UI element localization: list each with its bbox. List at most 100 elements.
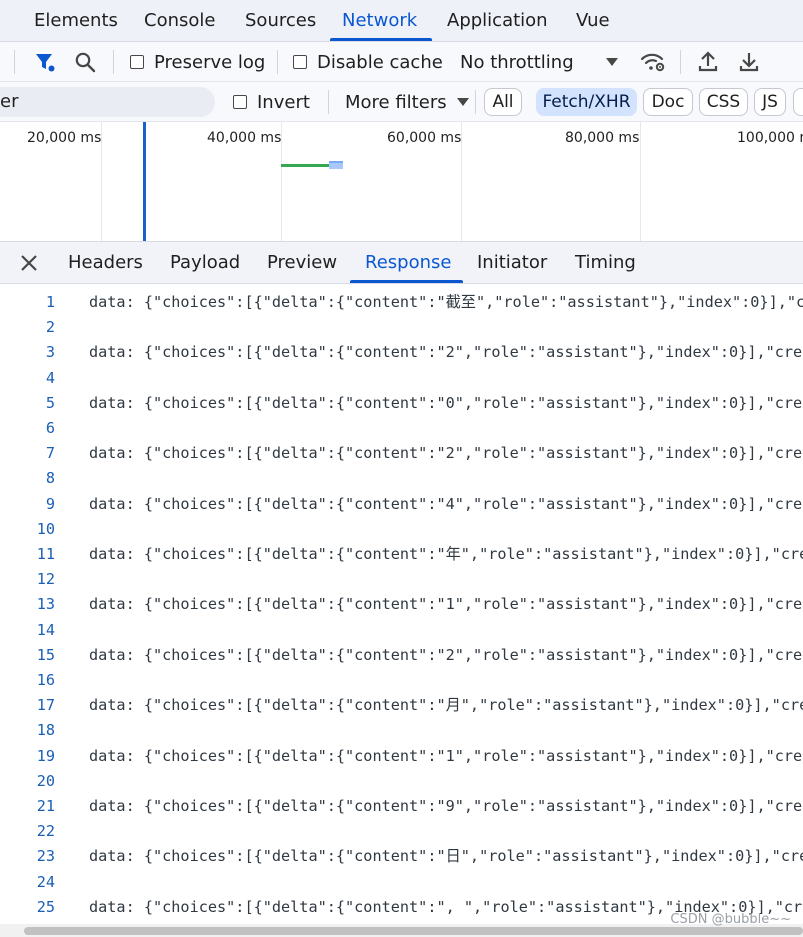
filter-bar: er Invert More filters All Fetch/XHR Doc… [0, 82, 803, 122]
search-icon[interactable] [74, 42, 96, 82]
response-viewer[interactable]: 1 data: {"choices":[{"delta":{"content":"… [0, 284, 803, 924]
line-number: 17 [36, 696, 55, 715]
timeline-tick-label: 20,000 ms [27, 130, 102, 146]
code-line: 20 [0, 769, 803, 794]
tab-preview[interactable]: Preview [267, 242, 337, 284]
request-download-bar [329, 161, 343, 169]
line-number: 5 [45, 393, 55, 412]
more-filters-label: More filters [345, 91, 447, 113]
timeline-tick-label: 100,000 m [737, 130, 803, 146]
line-content: data: {"choices":[{"delta":{"content":"年… [89, 545, 803, 563]
disable-cache-toggle[interactable]: Disable cache [293, 42, 443, 82]
code-line: 6 [0, 416, 803, 441]
line-content: data: {"choices":[{"delta":{"content":"月… [89, 696, 803, 715]
code-line: 10 [0, 517, 803, 542]
more-filters-dropdown[interactable]: More filters [345, 82, 469, 122]
download-icon[interactable] [738, 42, 760, 82]
filter-input[interactable]: er [0, 87, 215, 117]
devtools-panel-tabs: Elements Console Sources Network Applica… [0, 0, 803, 42]
code-line: 3 data: {"choices":[{"delta":{"content":"… [0, 340, 803, 365]
filter-divider [328, 90, 329, 114]
code-line: 2 [0, 315, 803, 340]
line-number: 15 [36, 645, 55, 664]
type-chip-fetch-xhr[interactable]: Fetch/XHR [536, 88, 637, 116]
line-number: 14 [36, 620, 55, 639]
line-number: 13 [36, 595, 55, 614]
tab-network[interactable]: Network [342, 0, 417, 42]
code-line: 12 [0, 567, 803, 592]
line-number: 21 [36, 797, 55, 815]
line-number: 1 [45, 293, 55, 311]
code-line: 19 data: {"choices":[{"delta":{"content":… [0, 744, 803, 769]
throttling-select[interactable]: No throttling [460, 42, 618, 82]
close-icon[interactable] [18, 242, 40, 284]
active-tab-indicator [350, 280, 463, 283]
line-content: data: {"choices":[{"delta":{"content":"1… [89, 746, 803, 765]
line-content: data: {"choices":[{"delta":{"content":"1… [89, 595, 803, 614]
code-line: 4 [0, 366, 803, 391]
line-content: data: {"choices":[{"delta":{"content":"日… [89, 847, 803, 866]
tab-response[interactable]: Response [365, 242, 451, 284]
line-number: 18 [36, 721, 55, 740]
wifi-gear-icon[interactable] [640, 42, 666, 82]
upload-icon[interactable] [697, 42, 719, 82]
line-number: 22 [36, 822, 55, 841]
line-number: 20 [36, 771, 55, 790]
timeline-tick-label: 80,000 ms [565, 130, 640, 146]
line-number: 4 [45, 368, 55, 387]
invert-toggle[interactable]: Invert [233, 82, 310, 122]
tab-sources[interactable]: Sources [245, 0, 316, 42]
line-content: data: {"choices":[{"delta":{"content":"2… [89, 444, 803, 463]
code-line: 15 data: {"choices":[{"delta":{"content":… [0, 643, 803, 668]
network-overview-timeline[interactable]: 20,000 ms 40,000 ms 60,000 ms 80,000 ms … [0, 122, 803, 242]
toolbar-divider [113, 50, 114, 74]
chevron-down-icon [456, 98, 469, 106]
tab-headers[interactable]: Headers [68, 242, 143, 284]
preserve-log-toggle[interactable]: Preserve log [130, 42, 265, 82]
type-chip-doc[interactable]: Doc [643, 88, 693, 116]
line-number: 2 [45, 318, 55, 337]
line-number: 11 [36, 545, 55, 563]
tab-timing[interactable]: Timing [575, 242, 636, 284]
line-number: 7 [45, 444, 55, 463]
timeline-gridline [640, 122, 641, 241]
line-content: data: {"choices":[{"delta":{"content":"2… [89, 645, 803, 664]
filter-icon[interactable] [34, 42, 56, 82]
code-line: 18 [0, 718, 803, 743]
line-number: 9 [45, 494, 55, 513]
line-content: data: {"choices":[{"delta":{"content":"2… [89, 343, 803, 362]
code-line: 9 data: {"choices":[{"delta":{"content":"… [0, 492, 803, 517]
code-line: 14 [0, 618, 803, 643]
line-number: 6 [45, 419, 55, 437]
tab-initiator[interactable]: Initiator [477, 242, 547, 284]
toolbar-divider [14, 50, 15, 74]
line-number: 24 [36, 872, 55, 891]
code-line: 24 [0, 870, 803, 895]
code-line: 22 [0, 819, 803, 844]
timeline-selection-marker[interactable] [143, 122, 146, 241]
scrollbar-thumb[interactable] [24, 927, 803, 935]
type-chip-css[interactable]: CSS [699, 88, 748, 116]
line-number: 10 [36, 519, 55, 538]
type-chip-more[interactable] [793, 88, 803, 116]
code-line: 8 [0, 466, 803, 491]
tab-elements[interactable]: Elements [34, 0, 118, 42]
tab-vue[interactable]: Vue [576, 0, 610, 42]
invert-checkbox[interactable] [233, 95, 247, 109]
disable-cache-checkbox[interactable] [293, 55, 307, 69]
preserve-log-checkbox[interactable] [130, 55, 144, 69]
code-line: 23 data: {"choices":[{"delta":{"content":… [0, 844, 803, 869]
tab-console[interactable]: Console [144, 0, 215, 42]
timeline-tick-label: 40,000 ms [207, 130, 282, 146]
line-number: 8 [45, 469, 55, 488]
code-line: 16 [0, 668, 803, 693]
filter-divider [475, 90, 476, 114]
network-toolbar: Preserve log Disable cache No throttling [0, 42, 803, 82]
watermark: CSDN @bubble~~ [670, 912, 791, 927]
type-chip-all[interactable]: All [484, 88, 522, 116]
code-line: 7 data: {"choices":[{"delta":{"content":"… [0, 441, 803, 466]
tab-application[interactable]: Application [447, 0, 548, 42]
type-chip-js[interactable]: JS [754, 88, 786, 116]
tab-payload[interactable]: Payload [170, 242, 240, 284]
line-number: 16 [36, 671, 55, 689]
